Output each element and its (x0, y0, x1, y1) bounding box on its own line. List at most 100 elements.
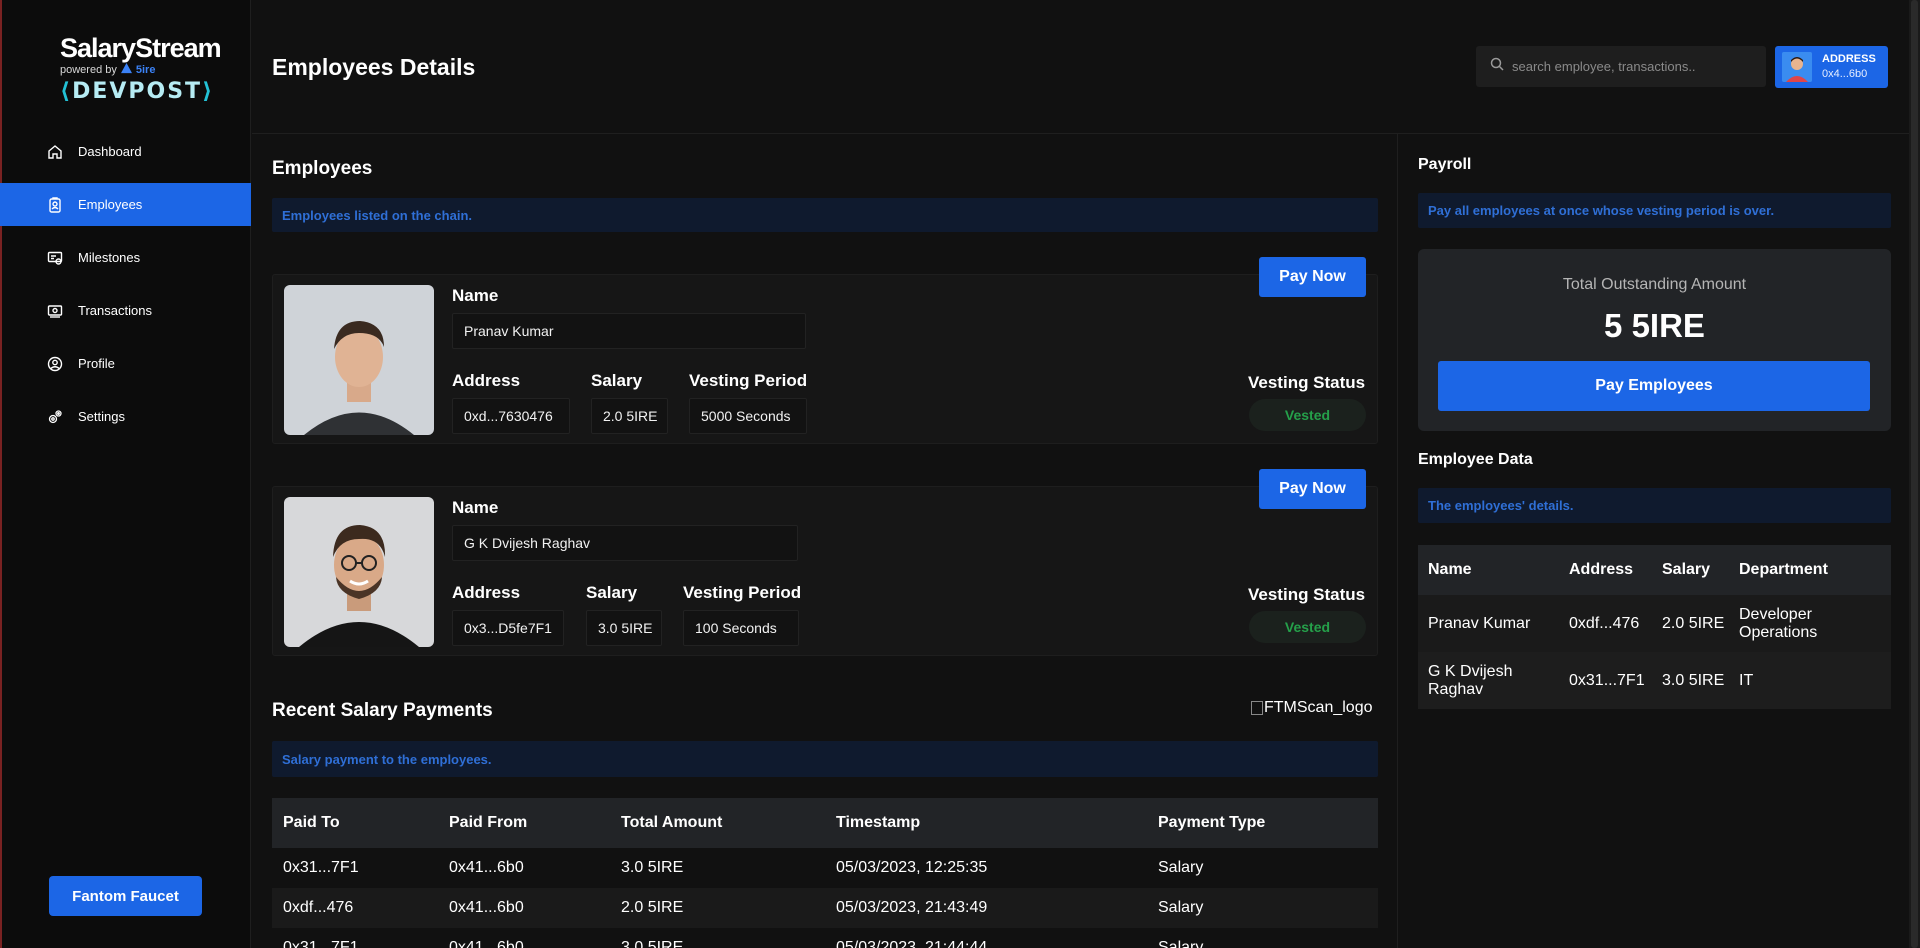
vesting-status-label: Vesting Status (1248, 373, 1366, 392)
column-header: Paid From (438, 798, 610, 848)
table-cell: IT (1729, 652, 1891, 709)
column-header: Name (1418, 545, 1559, 595)
table-header-row: Name Address Salary Department (1418, 545, 1891, 595)
table-cell: G K Dvijesh Raghav (1418, 652, 1559, 709)
table-cell: Developer Operations (1729, 595, 1891, 652)
vesting-period-label: Vesting Period (689, 371, 808, 390)
ftmscan-logo[interactable]: FTMScan_logo (1251, 699, 1373, 717)
main-content: Employees Employees listed on the chain.… (252, 134, 1397, 948)
salary-label: Salary (586, 583, 638, 602)
employee-salary-field: 3.0 5IRE (586, 610, 662, 646)
logo-powered-text: powered by (60, 64, 117, 76)
address-label: ADDRESS (1822, 53, 1876, 65)
employee-salary-field: 2.0 5IRE (591, 398, 668, 434)
table-cell: 0xdf...476 (272, 888, 438, 928)
employee-photo (284, 285, 434, 435)
fire-logo-icon (120, 63, 132, 77)
employee-data-info-bar: The employees' details. (1418, 488, 1891, 523)
table-cell: 2.0 5IRE (610, 888, 825, 928)
pay-now-button[interactable]: Pay Now (1259, 257, 1366, 297)
column-header: Total Amount (610, 798, 825, 848)
app-logo[interactable]: SalaryStream powered by 5ire ⟨DEVPOST⟩ (60, 34, 222, 104)
scrollbar-thumb[interactable] (1911, 0, 1918, 948)
payments-info-bar: Salary payment to the employees. (272, 741, 1378, 777)
employee-card: Name G K Dvijesh Raghav Address 0x3...D5… (272, 486, 1378, 656)
sidebar-item-label: Transactions (78, 303, 152, 318)
sidebar-item-transactions[interactable]: Transactions (0, 289, 251, 332)
vesting-status-label: Vesting Status (1248, 585, 1366, 604)
table-row: 0xdf...476 0x41...6b0 2.0 5IRE 05/03/202… (272, 888, 1378, 928)
table-row: 0x31...7F1 0x41...6b0 3.0 5IRE 05/03/202… (272, 928, 1378, 948)
search-bar[interactable] (1476, 46, 1766, 87)
recent-payments-title: Recent Salary Payments (272, 700, 493, 721)
outstanding-amount-card: Total Outstanding Amount 5 5IRE Pay Empl… (1418, 249, 1891, 431)
fantom-faucet-button[interactable]: Fantom Faucet (49, 876, 202, 916)
pay-employees-button[interactable]: Pay Employees (1438, 361, 1870, 411)
table-cell: 3.0 5IRE (1652, 652, 1729, 709)
table-cell: 05/03/2023, 21:44:44 (825, 928, 1147, 948)
page-title: Employees Details (272, 54, 476, 80)
employees-info-bar: Employees listed on the chain. (272, 198, 1378, 232)
employee-vesting-period-field: 100 Seconds (683, 610, 799, 646)
sidebar-item-profile[interactable]: Profile (0, 342, 251, 385)
name-label: Name (452, 498, 499, 517)
sidebar-item-milestones[interactable]: Milestones (0, 236, 251, 279)
employee-vesting-period-field: 5000 Seconds (689, 398, 807, 434)
milestone-icon (46, 249, 64, 267)
column-header: Paid To (272, 798, 438, 848)
payroll-info-bar: Pay all employees at once whose vesting … (1418, 193, 1891, 228)
table-cell: 0x41...6b0 (438, 928, 610, 948)
table-row: G K Dvijesh Raghav 0x31...7F1 3.0 5IRE I… (1418, 652, 1891, 709)
table-cell: Salary (1147, 848, 1378, 888)
table-cell: Salary (1147, 928, 1378, 948)
address-value: 0x4...6b0 (1822, 68, 1868, 80)
table-row: Pranav Kumar 0xdf...476 2.0 5IRE Develop… (1418, 595, 1891, 652)
wallet-address-button[interactable]: ADDRESS 0x4...6b0 (1775, 46, 1888, 88)
name-label: Name (452, 286, 499, 305)
employee-data-table: Name Address Salary Department Pranav Ku… (1418, 545, 1891, 709)
profile-icon (46, 355, 64, 373)
logo-powered-by: powered by 5ire (60, 63, 200, 77)
table-cell: 0x41...6b0 (438, 888, 610, 928)
sidebar-item-dashboard[interactable]: Dashboard (0, 130, 251, 173)
column-header: Payment Type (1147, 798, 1378, 848)
employee-address-field: 0x3...D5fe7F1 (452, 610, 564, 646)
transactions-icon (46, 302, 64, 320)
table-cell: 3.0 5IRE (610, 848, 825, 888)
sidebar-item-settings[interactable]: Settings (0, 395, 251, 438)
employee-address-field: 0xd...7630476 (452, 398, 570, 434)
right-panel: Payroll Pay all employees at once whose … (1397, 134, 1920, 948)
table-cell: 0x31...7F1 (1559, 652, 1652, 709)
employee-photo (284, 497, 434, 647)
broken-image-icon (1251, 701, 1263, 715)
vested-status-badge: Vested (1249, 611, 1366, 643)
table-row: 0x31...7F1 0x41...6b0 3.0 5IRE 05/03/202… (272, 848, 1378, 888)
employee-card: Name Pranav Kumar Address 0xd...7630476 … (272, 274, 1378, 444)
address-label: Address (452, 371, 521, 390)
payments-table: Paid To Paid From Total Amount Timestamp… (272, 798, 1378, 948)
devpost-logo: ⟨DEVPOST⟩ (60, 79, 215, 104)
table-cell: 0x41...6b0 (438, 848, 610, 888)
pay-now-button[interactable]: Pay Now (1259, 469, 1366, 509)
payroll-title: Payroll (1418, 156, 1472, 173)
search-input[interactable] (1512, 59, 1752, 74)
column-header: Address (1559, 545, 1652, 595)
search-icon (1490, 57, 1504, 76)
table-cell: Salary (1147, 888, 1378, 928)
table-cell: 0xdf...476 (1559, 595, 1652, 652)
table-cell: 05/03/2023, 12:25:35 (825, 848, 1147, 888)
employee-data-title: Employee Data (1418, 451, 1533, 468)
sidebar-item-label: Profile (78, 356, 115, 371)
sidebar-item-label: Employees (78, 197, 143, 212)
sidebar-nav: Dashboard Employees Milestones Transacti… (0, 130, 251, 448)
logo-fire-text: 5ire (135, 64, 156, 76)
top-header: Employees Details ADDRESS 0x4...6b0 (252, 0, 1920, 134)
column-header: Salary (1652, 545, 1729, 595)
sidebar-item-employees[interactable]: Employees (0, 183, 251, 226)
employee-name-field: G K Dvijesh Raghav (452, 525, 798, 561)
home-icon (46, 143, 64, 161)
ftmscan-logo-alt: FTMScan_logo (1264, 699, 1373, 716)
table-cell: 2.0 5IRE (1652, 595, 1729, 652)
employee-name-field: Pranav Kumar (452, 313, 806, 349)
table-cell: Pranav Kumar (1418, 595, 1559, 652)
